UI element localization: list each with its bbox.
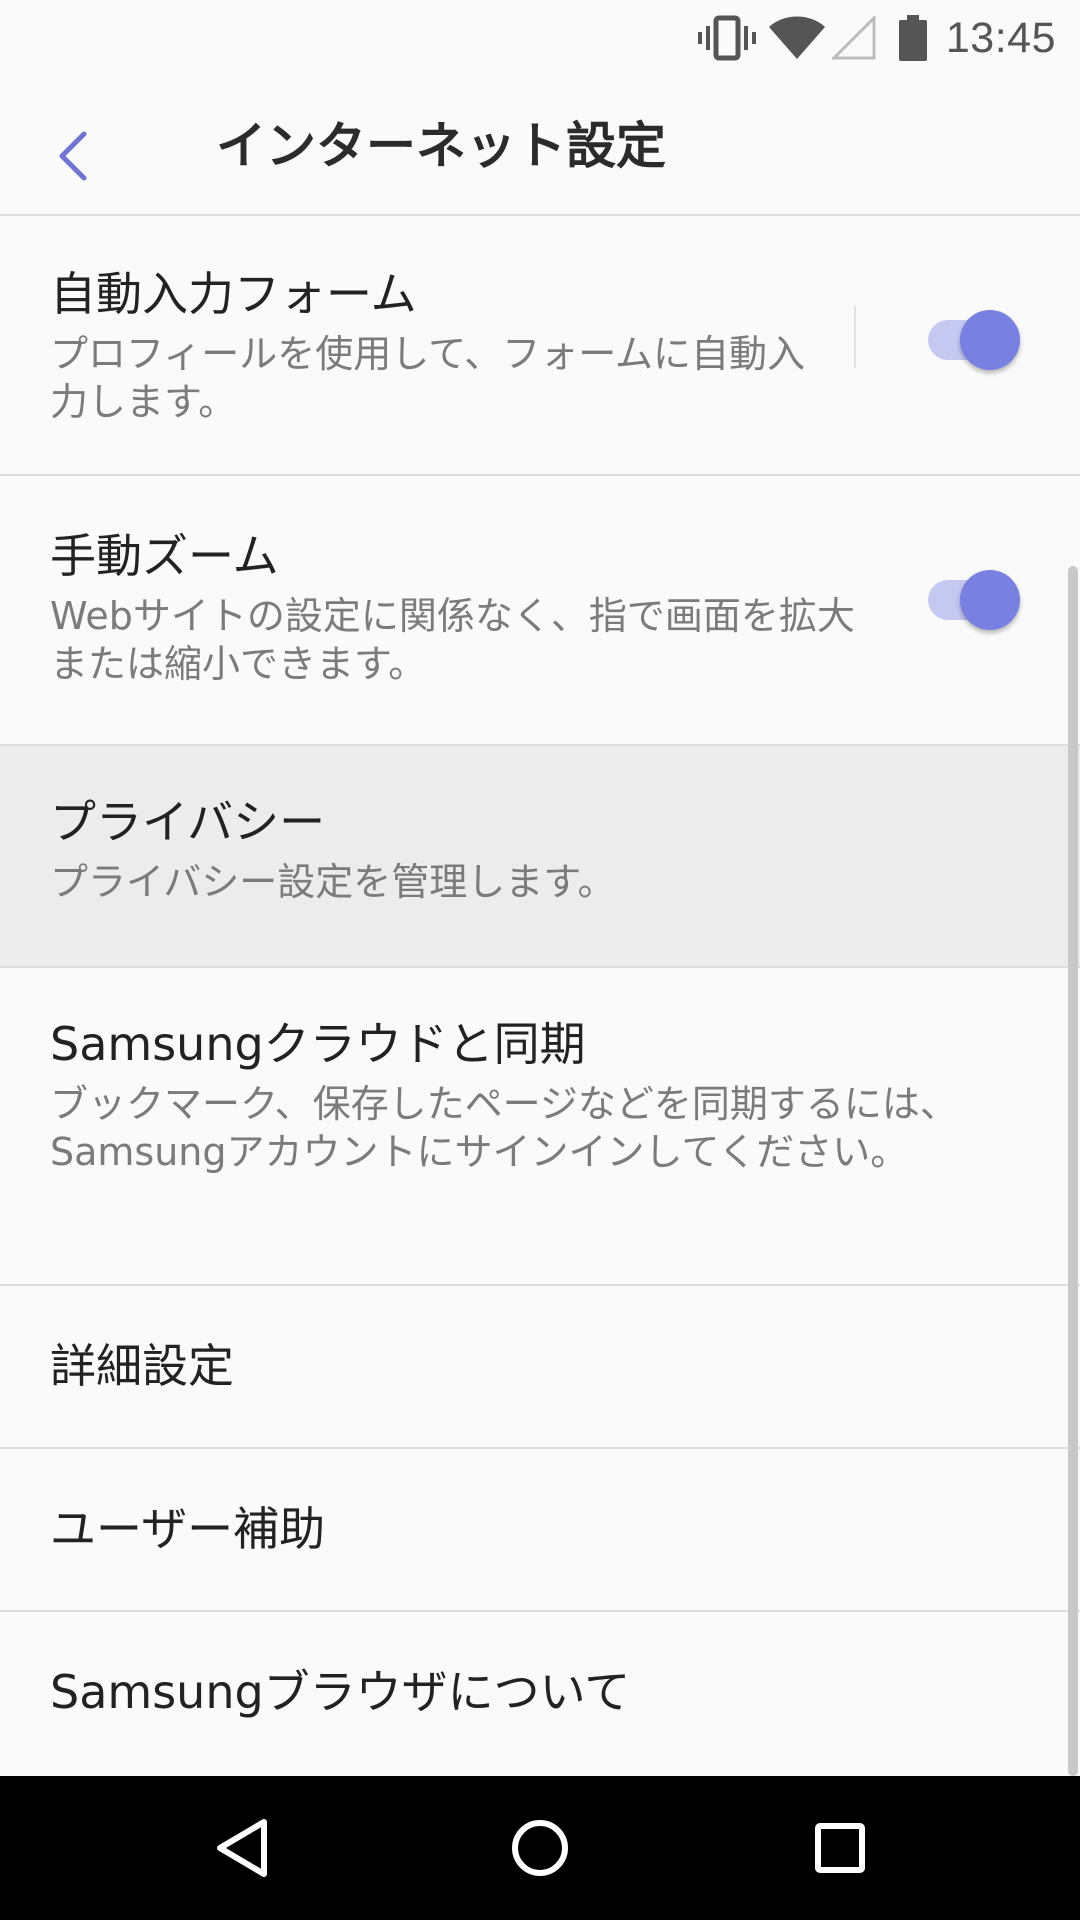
status-bar: 13:45 bbox=[0, 0, 1080, 74]
setting-summary: プロフィールを使用して、フォームに自動入力します。 bbox=[50, 332, 806, 424]
setting-privacy[interactable]: プライバシー プライバシー設定を管理します。 bbox=[0, 746, 1080, 968]
setting-about-browser[interactable]: Samsungブラウザについて bbox=[0, 1612, 1080, 1775]
page-title: インターネット設定 bbox=[216, 117, 666, 175]
back-button[interactable] bbox=[30, 112, 118, 200]
vibrate-icon bbox=[697, 15, 756, 61]
nav-back-icon bbox=[217, 1819, 267, 1877]
setting-summary: Webサイトの設定に関係なく、指で画面を拡大または縮小できます。 bbox=[50, 594, 855, 686]
setting-manual-zoom[interactable]: 手動ズーム Webサイトの設定に関係なく、指で画面を拡大または縮小できます。 bbox=[0, 476, 1080, 746]
setting-autofill-forms[interactable]: 自動入力フォーム プロフィールを使用して、フォームに自動入力します。 bbox=[0, 216, 1080, 476]
autofill-toggle[interactable] bbox=[924, 308, 1024, 372]
manual-zoom-toggle[interactable] bbox=[924, 568, 1024, 632]
navigation-bar bbox=[0, 1776, 1080, 1920]
nav-home-button[interactable] bbox=[490, 1798, 590, 1898]
setting-title: 手動ズーム bbox=[50, 529, 279, 583]
app-bar: インターネット設定 bbox=[0, 74, 1080, 216]
clock: 13:45 bbox=[945, 13, 1056, 62]
setting-accessibility[interactable]: ユーザー補助 bbox=[0, 1449, 1080, 1612]
toggle-divider bbox=[854, 306, 856, 368]
setting-summary: プライバシー設定を管理します。 bbox=[50, 860, 616, 904]
nav-recents-button[interactable] bbox=[790, 1798, 890, 1898]
nav-back-button[interactable] bbox=[192, 1798, 292, 1898]
setting-title: ユーザー補助 bbox=[50, 1502, 326, 1556]
wifi-icon bbox=[768, 16, 825, 59]
toggle-thumb bbox=[960, 570, 1020, 630]
setting-title: 自動入力フォーム bbox=[50, 267, 417, 321]
setting-samsung-cloud-sync[interactable]: Samsungクラウドと同期 ブックマーク、保存したページなどを同期するには、S… bbox=[0, 968, 1080, 1286]
setting-title: 詳細設定 bbox=[50, 1339, 234, 1393]
setting-summary: ブックマーク、保存したページなどを同期するには、Samsungアカウントにサイン… bbox=[50, 1082, 958, 1174]
setting-advanced[interactable]: 詳細設定 bbox=[0, 1286, 1080, 1449]
chevron-left-icon bbox=[59, 131, 87, 181]
nav-recents-icon bbox=[815, 1823, 865, 1873]
settings-list: 自動入力フォーム プロフィールを使用して、フォームに自動入力します。 手動ズーム… bbox=[0, 216, 1080, 1775]
scrollbar[interactable] bbox=[1068, 566, 1078, 1776]
toggle-thumb bbox=[960, 310, 1020, 370]
setting-title: プライバシー bbox=[50, 795, 326, 849]
battery-icon bbox=[898, 15, 927, 61]
setting-title: Samsungクラウドと同期 bbox=[50, 1017, 586, 1071]
nav-home-icon bbox=[512, 1820, 568, 1876]
cell-signal-icon bbox=[831, 16, 876, 60]
setting-title: Samsungブラウザについて bbox=[50, 1665, 631, 1719]
status-icons: 13:45 bbox=[697, 10, 1056, 66]
